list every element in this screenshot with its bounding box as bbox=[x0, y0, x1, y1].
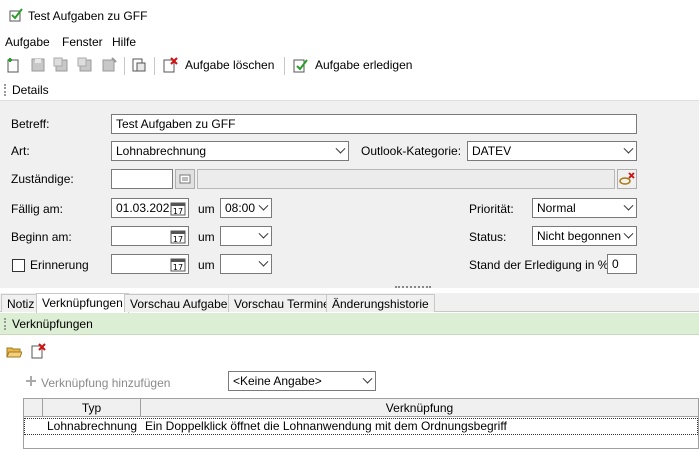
delete-link-icon[interactable] bbox=[30, 343, 46, 359]
menu-aufgabe[interactable]: Aufgabe bbox=[5, 35, 50, 49]
tab-vorschau-termine[interactable]: Vorschau Termine bbox=[228, 294, 336, 312]
beginn-date-input[interactable]: 17 bbox=[111, 226, 189, 246]
prioritaet-select[interactable]: Normal bbox=[532, 198, 637, 218]
save-icon[interactable] bbox=[30, 57, 46, 73]
tab-bar: Notiz Verknüpfungen Vorschau Aufgaben Vo… bbox=[0, 293, 699, 313]
row-header-column bbox=[24, 399, 43, 417]
status-value: Nicht begonnen bbox=[537, 229, 622, 243]
zustaendige-label: Zuständige: bbox=[11, 172, 74, 186]
list-icon bbox=[179, 174, 191, 184]
svg-text:17: 17 bbox=[173, 263, 183, 272]
calendar-icon[interactable]: 17 bbox=[170, 257, 186, 272]
erinnerung-label: Erinnerung bbox=[30, 258, 89, 272]
window-title: Test Aufgaben zu GFF bbox=[28, 9, 148, 23]
complete-task-button[interactable]: Aufgabe erledigen bbox=[315, 58, 412, 72]
betreff-input[interactable]: Test Aufgaben zu GFF bbox=[111, 114, 637, 134]
remove-assignee-button[interactable] bbox=[617, 169, 637, 189]
faellig-date-input[interactable]: 01.03.2021 17 bbox=[111, 198, 189, 218]
faellig-label: Fällig am: bbox=[11, 202, 64, 216]
calendar-icon[interactable]: 17 bbox=[170, 229, 186, 244]
chevron-down-icon bbox=[335, 143, 346, 154]
chevron-down-icon bbox=[362, 373, 373, 384]
title-bar: Test Aufgaben zu GFF bbox=[0, 0, 699, 32]
stand-input[interactable]: 0 bbox=[607, 254, 637, 274]
calendar-icon[interactable]: 17 bbox=[170, 201, 186, 216]
complete-task-icon[interactable] bbox=[292, 57, 308, 73]
delete-task-button[interactable]: Aufgabe löschen bbox=[185, 58, 274, 72]
link-type-select[interactable]: <Keine Angabe> bbox=[228, 371, 376, 391]
save-close-icon[interactable] bbox=[53, 57, 69, 73]
um-label: um bbox=[198, 202, 215, 216]
toolbar: Aufgabe löschen Aufgabe erledigen bbox=[0, 54, 699, 78]
faellig-time-select[interactable]: 08:00 bbox=[220, 198, 272, 218]
column-header-verknuepfung[interactable]: Verknüpfung bbox=[141, 399, 698, 417]
chevron-down-icon bbox=[623, 200, 634, 211]
toolbar-separator bbox=[284, 57, 285, 75]
prioritaet-label: Priorität: bbox=[469, 202, 514, 216]
tab-vorschau-aufgaben[interactable]: Vorschau Aufgaben bbox=[124, 294, 241, 312]
stand-label: Stand der Erledigung in %: bbox=[469, 258, 612, 272]
add-link-button[interactable]: Verknüpfung hinzufügen bbox=[41, 376, 170, 390]
erinnerung-checkbox[interactable] bbox=[12, 259, 25, 272]
cell-typ: Lohnabrechnung bbox=[47, 419, 138, 433]
menu-fenster[interactable]: Fenster bbox=[62, 35, 103, 49]
section-title: Verknüpfungen bbox=[12, 317, 93, 331]
status-select[interactable]: Nicht begonnen bbox=[532, 226, 637, 246]
splitter-handle[interactable] bbox=[395, 286, 431, 289]
cell-verknuepfung: Ein Doppelklick öffnet die Lohnanwendung… bbox=[145, 419, 507, 433]
zustaendige-lookup-button[interactable] bbox=[175, 169, 195, 189]
outlook-kategorie-value: DATEV bbox=[472, 144, 512, 158]
section-header: Verknüpfungen bbox=[0, 313, 699, 335]
task-form: Betreff: Test Aufgaben zu GFF Art: Lohna… bbox=[0, 100, 699, 288]
link-type-value: <Keine Angabe> bbox=[233, 374, 322, 388]
remove-link-icon bbox=[619, 172, 635, 185]
status-label: Status: bbox=[469, 230, 507, 244]
chevron-down-icon bbox=[623, 143, 634, 154]
svg-text:17: 17 bbox=[173, 207, 183, 216]
tab-verknuepfungen[interactable]: Verknüpfungen bbox=[36, 293, 129, 313]
zustaendige-input[interactable] bbox=[111, 169, 173, 189]
art-label: Art: bbox=[11, 144, 30, 158]
task-check-icon bbox=[9, 8, 23, 22]
faellig-date-value: 01.03.2021 bbox=[116, 201, 177, 215]
prioritaet-value: Normal bbox=[537, 201, 576, 215]
erinnerung-date-input[interactable]: 17 bbox=[111, 254, 189, 274]
faellig-time-value: 08:00 bbox=[225, 201, 256, 215]
toolbar-separator bbox=[124, 57, 125, 75]
zustaendige-display-field bbox=[197, 169, 615, 189]
chevron-down-icon bbox=[258, 200, 269, 211]
links-table: Typ Verknüpfung Lohnabrechnung Ein Doppe… bbox=[23, 398, 699, 449]
chevron-down-icon bbox=[623, 228, 634, 239]
save-new-icon[interactable] bbox=[77, 57, 93, 73]
betreff-label: Betreff: bbox=[11, 117, 50, 131]
column-header-typ[interactable]: Typ bbox=[43, 399, 141, 417]
grip-handle bbox=[4, 318, 6, 330]
toolbar-separator bbox=[154, 57, 155, 75]
menu-hilfe[interactable]: Hilfe bbox=[112, 35, 136, 49]
art-select-value: Lohnabrechnung bbox=[116, 144, 207, 158]
chevron-down-icon bbox=[258, 228, 269, 239]
um-label: um bbox=[198, 258, 215, 272]
chevron-down-icon bbox=[258, 256, 269, 267]
open-folder-icon[interactable] bbox=[6, 343, 22, 359]
details-bar bbox=[0, 80, 699, 100]
new-task-icon[interactable] bbox=[5, 57, 21, 73]
outlook-kategorie-label: Outlook-Kategorie: bbox=[361, 144, 462, 158]
add-icon bbox=[26, 376, 36, 386]
grip-handle bbox=[4, 84, 6, 96]
print-icon[interactable] bbox=[131, 57, 147, 73]
save-as-icon[interactable] bbox=[101, 57, 117, 73]
tab-aenderungshistorie[interactable]: Änderungshistorie bbox=[326, 294, 435, 312]
svg-text:17: 17 bbox=[173, 235, 183, 244]
details-label: Details bbox=[12, 83, 49, 97]
beginn-time-select[interactable] bbox=[220, 226, 272, 246]
beginn-label: Beginn am: bbox=[11, 230, 72, 244]
delete-task-icon[interactable] bbox=[162, 57, 178, 73]
art-select[interactable]: Lohnabrechnung bbox=[111, 141, 349, 161]
um-label: um bbox=[198, 230, 215, 244]
erinnerung-time-select[interactable] bbox=[220, 254, 272, 274]
tab-notiz[interactable]: Notiz bbox=[1, 294, 41, 312]
outlook-kategorie-select[interactable]: DATEV bbox=[467, 141, 637, 161]
